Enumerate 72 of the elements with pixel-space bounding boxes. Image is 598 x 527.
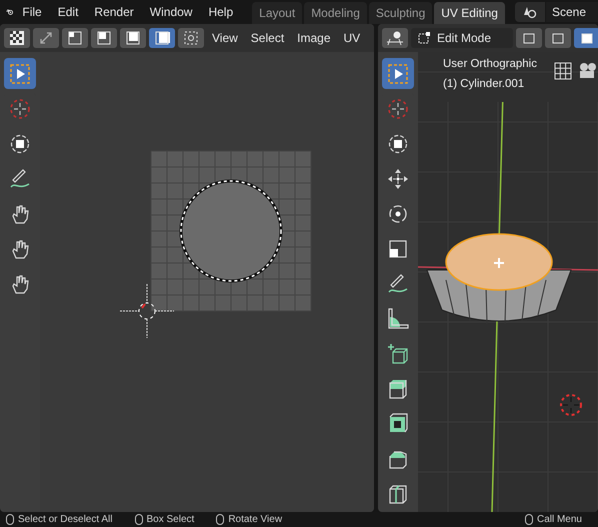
scene-name-field[interactable]: Scene [546, 2, 598, 22]
status-hint: Call Menu [536, 514, 582, 525]
transform-icon [9, 132, 31, 154]
status-hint: Rotate View [228, 514, 282, 525]
tool-button[interactable] [4, 58, 36, 89]
cursor-icon [558, 392, 584, 418]
tool-button[interactable] [382, 58, 414, 89]
select-mode-icon [125, 30, 141, 46]
header-menu-item[interactable]: Select [246, 31, 290, 45]
object-name-label: (1) Cylinder.001 [443, 78, 526, 90]
checker-image-icon [9, 30, 25, 46]
select-mode-icon [551, 31, 566, 45]
select-mode-button[interactable] [545, 28, 572, 48]
add-cube-icon [387, 342, 409, 364]
select-mode-button[interactable] [91, 28, 117, 48]
rotate-icon [387, 202, 409, 224]
view-name-label: User Orthographic [443, 58, 537, 70]
cursor-icon [9, 98, 31, 120]
header-menu-item[interactable]: Image [292, 31, 336, 45]
select-mode-button[interactable] [574, 28, 598, 48]
pencil-icon [387, 272, 409, 294]
viewport-icon [386, 30, 404, 46]
select-mode-icon [154, 30, 170, 46]
loop-cut-icon [387, 482, 409, 504]
mouse-icon [134, 514, 142, 525]
sync-toggle-button[interactable] [33, 28, 59, 48]
inset-cube-icon [387, 412, 409, 434]
ruler-icon [387, 308, 409, 330]
box-select-icon [9, 62, 31, 84]
menu-item[interactable]: Help [201, 2, 240, 22]
cursor-icon [387, 98, 409, 120]
box-select-icon [387, 62, 409, 84]
select-mode-button[interactable] [62, 28, 88, 48]
pivot-icon [183, 30, 199, 46]
header-menu-item[interactable]: View [207, 31, 243, 45]
menu-item[interactable]: File [15, 2, 49, 22]
select-mode-icon [96, 30, 112, 46]
menu-item[interactable]: Window [142, 2, 200, 22]
mouse-icon [6, 514, 14, 525]
status-hint: Box Select [146, 514, 194, 525]
transform-icon [387, 132, 409, 154]
select-mode-button[interactable] [120, 28, 146, 48]
pencil-icon [9, 168, 31, 190]
workspace-tab[interactable]: Modeling [304, 2, 367, 24]
grid-icon[interactable] [554, 62, 572, 80]
workspace-tab[interactable]: UV Editing [434, 2, 505, 24]
header-menu-item[interactable]: UV [338, 31, 366, 45]
mouse-icon [216, 514, 224, 525]
select-mode-button[interactable] [149, 28, 175, 48]
menu-item[interactable]: Edit [50, 2, 86, 22]
mode-dropdown[interactable]: Edit Mode [411, 28, 514, 48]
mouse-icon [524, 514, 533, 525]
select-mode-icon [580, 31, 594, 45]
move-arrows-icon [387, 168, 409, 190]
select-mode-button[interactable] [516, 28, 542, 48]
select-mode-icon [522, 31, 536, 45]
diagonal-arrows-icon [38, 30, 54, 46]
scale-icon [387, 238, 409, 260]
select-mode-icon [67, 30, 83, 46]
extrude-cube-icon [387, 378, 409, 400]
camera-icon[interactable] [578, 62, 598, 80]
editor-type-button[interactable] [4, 28, 30, 48]
scene-icon [522, 5, 538, 19]
status-hint: Select or Deselect All [18, 514, 112, 525]
menu-item[interactable]: Render [87, 2, 141, 22]
editor-type-button[interactable] [382, 28, 408, 48]
edit-mode-icon [417, 31, 431, 45]
pivot-dropdown[interactable] [178, 28, 204, 48]
cursor-icon [120, 284, 174, 338]
scene-selector-button[interactable] [514, 2, 545, 22]
workspace-tab[interactable]: Sculpting [368, 2, 432, 24]
workspace-tab[interactable]: Layout [252, 2, 302, 24]
